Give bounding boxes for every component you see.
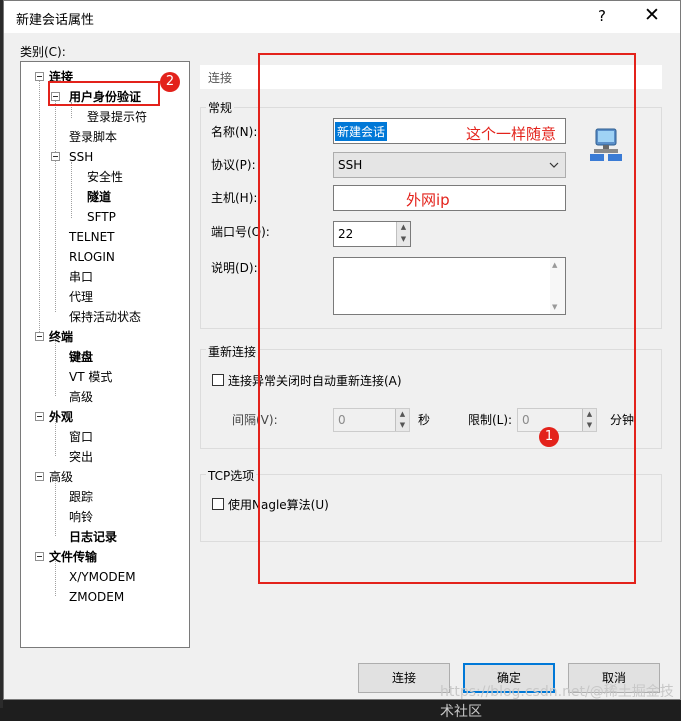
tree-item-serial[interactable]: 串口 [69,268,93,286]
collapse-icon[interactable] [35,552,44,561]
tree-item-file-transfer[interactable]: 文件传输 [49,548,97,566]
tree-line [55,96,56,312]
tree-item-login-script[interactable]: 登录脚本 [69,128,117,146]
name-label: 名称(N): [211,125,258,139]
tree-item-sftp[interactable]: SFTP [87,208,116,226]
tree-item-telnet[interactable]: TELNET [69,228,115,246]
tree-item-keepalive[interactable]: 保持活动状态 [69,308,141,326]
reconnect-group-title: 重新连接 [206,343,259,360]
annotation-badge-2: 2 [160,72,180,92]
tree-item-bell[interactable]: 响铃 [69,508,93,526]
tree-item-tunnel[interactable]: 隧道 [87,188,111,206]
help-icon[interactable]: ? [598,7,606,25]
host-label: 主机(H): [211,191,258,205]
nagle-checkbox[interactable] [212,498,224,510]
protocol-label: 协议(P): [211,158,256,172]
category-tree[interactable]: 连接 用户身份验证 登录提示符 登录脚本 SSH 安全性 隧道 SFTP TEL… [20,61,190,648]
description-label: 说明(D): [211,261,258,275]
tree-item-zmodem[interactable]: ZMODEM [69,588,124,606]
tree-item-terminal[interactable]: 终端 [49,328,73,346]
collapse-icon[interactable] [35,472,44,481]
tree-item-proxy[interactable]: 代理 [69,288,93,306]
general-group-title: 常规 [206,99,235,116]
close-icon[interactable]: ✕ [644,4,660,26]
tree-item-vt-mode[interactable]: VT 模式 [69,368,112,386]
tcp-group-title: TCP选项 [206,467,257,484]
dialog-title: 新建会话属性 [16,13,95,28]
panel-header-title: 连接 [208,71,233,85]
category-label: 类别(C): [20,45,66,59]
annotation-box-user-auth [48,81,160,106]
collapse-icon[interactable] [35,72,44,81]
collapse-icon[interactable] [35,412,44,421]
tree-item-logging[interactable]: 日志记录 [69,528,117,546]
tree-item-security[interactable]: 安全性 [87,168,123,186]
tree-item-advanced[interactable]: 高级 [49,468,73,486]
watermark: https://blog.csdn.net/@稀土掘金技术社区 [440,684,674,720]
tree-item-xymodem[interactable]: X/YMODEM [69,568,136,586]
collapse-icon[interactable] [51,152,60,161]
annotation-box-main [258,53,636,584]
tree-item-keyboard[interactable]: 键盘 [69,348,93,366]
auto-reconnect-checkbox[interactable] [212,374,224,386]
tree-item-ssh[interactable]: SSH [69,148,93,166]
title-bar: 新建会话属性 ? ✕ [4,1,680,33]
tree-item-terminal-advanced[interactable]: 高级 [69,388,93,406]
tree-item-login-prompt[interactable]: 登录提示符 [87,108,147,126]
tree-item-trace[interactable]: 跟踪 [69,488,93,506]
tree-item-highlight[interactable]: 突出 [69,448,93,466]
tree-item-window[interactable]: 窗口 [69,428,93,446]
collapse-icon[interactable] [35,332,44,341]
tree-item-rlogin[interactable]: RLOGIN [69,248,115,266]
tree-line [71,162,72,218]
connect-button[interactable]: 连接 [358,663,450,693]
session-properties-dialog: 新建会话属性 ? ✕ 类别(C): 连接 用户身份验证 登录提示符 登录脚本 S… [3,0,681,700]
tree-item-appearance[interactable]: 外观 [49,408,73,426]
tree-line [39,76,40,334]
